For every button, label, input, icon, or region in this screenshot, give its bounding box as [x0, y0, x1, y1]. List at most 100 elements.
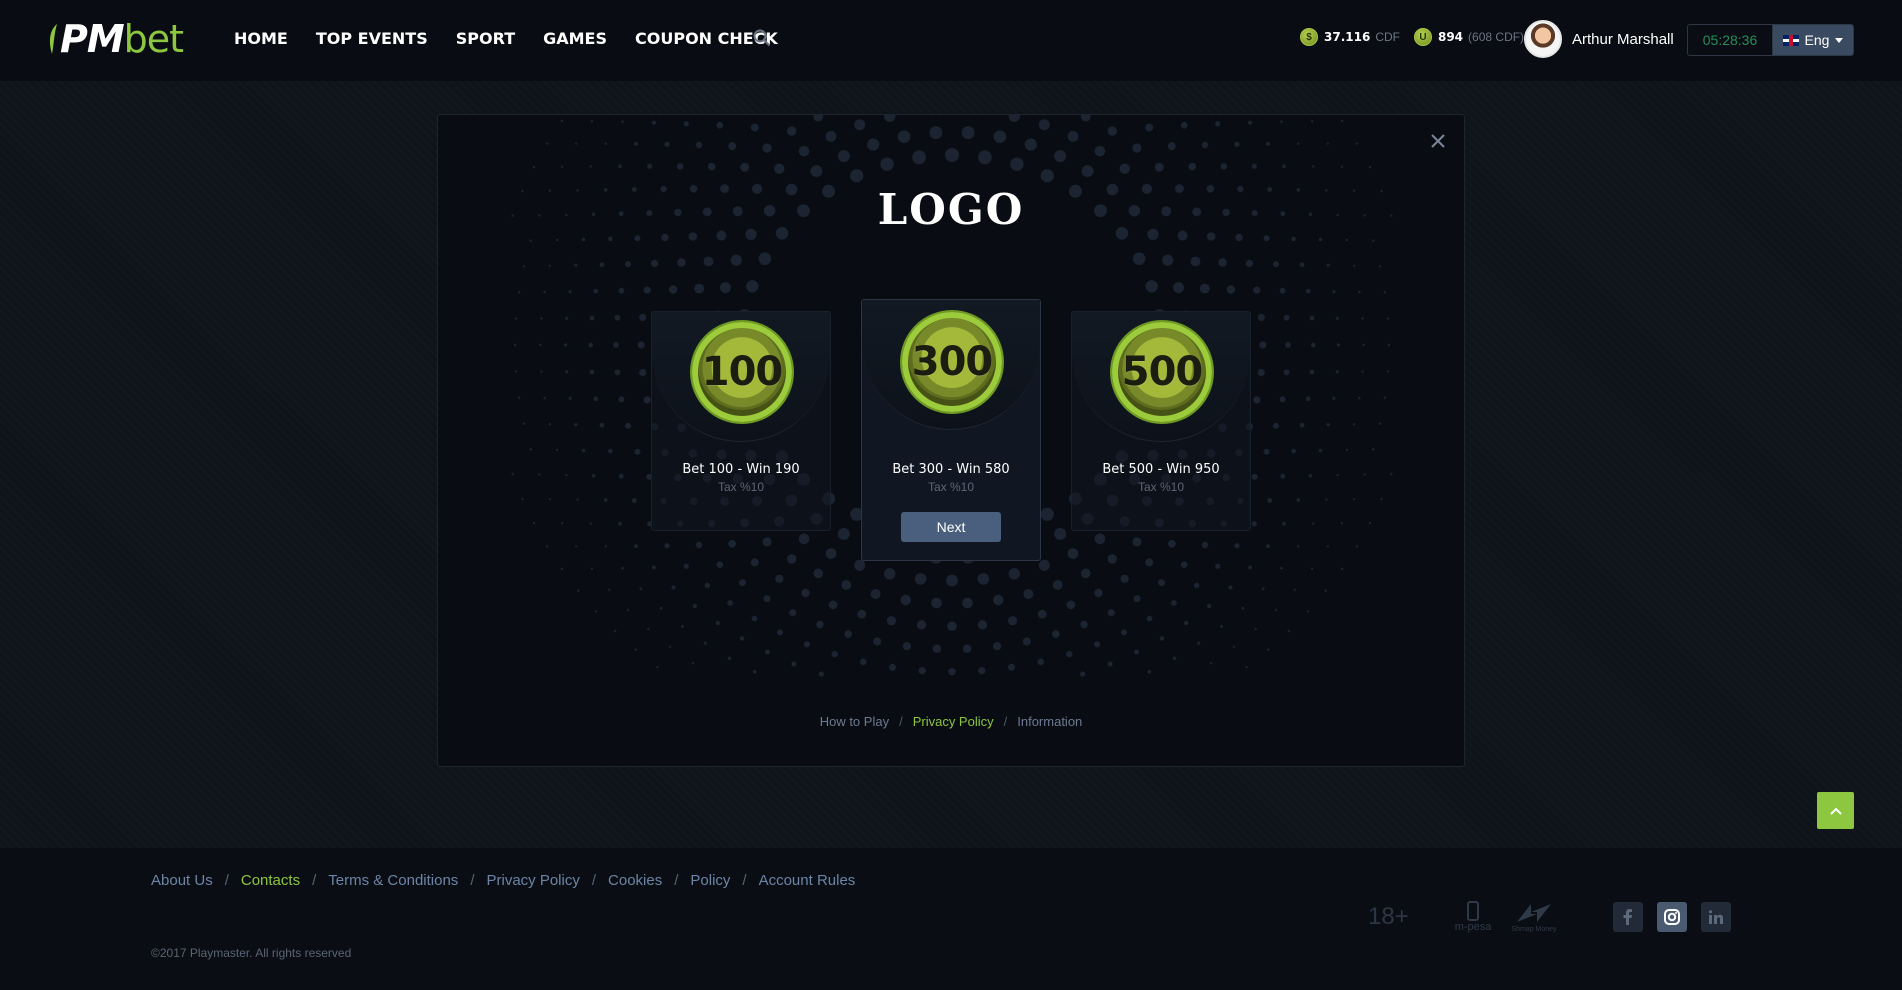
- pattern-dot: [1353, 264, 1356, 267]
- pattern-dot: [614, 314, 621, 321]
- language-select[interactable]: Eng: [1773, 25, 1853, 55]
- pattern-dot: [1159, 636, 1165, 641]
- pattern-dot: [1207, 603, 1212, 609]
- pattern-dot: [1253, 396, 1261, 404]
- pattern-dot: [1299, 422, 1305, 428]
- pattern-dot: [548, 498, 552, 501]
- pattern-dot: [651, 259, 659, 267]
- pattern-dot: [618, 287, 625, 294]
- link-information[interactable]: Information: [1017, 714, 1082, 729]
- footer-link-contacts[interactable]: Contacts: [241, 872, 300, 889]
- pattern-dot: [637, 341, 645, 349]
- nav-games[interactable]: GAMES: [543, 27, 607, 51]
- pattern-dot: [1052, 630, 1060, 638]
- pattern-dot: [1180, 561, 1188, 568]
- link-privacy-policy[interactable]: Privacy Policy: [913, 714, 994, 729]
- close-icon[interactable]: [1430, 133, 1446, 154]
- pattern-dot: [565, 473, 568, 477]
- bet-card-300[interactable]: 300 Bet 300 - Win 580 Tax %10 Next: [861, 299, 1041, 561]
- pattern-dot: [1318, 237, 1323, 242]
- pattern-dot: [1167, 142, 1176, 151]
- avatar[interactable]: [1524, 20, 1562, 58]
- pattern-dot: [1332, 290, 1336, 294]
- nav-sport[interactable]: SPORT: [456, 27, 515, 51]
- pattern-dot: [916, 620, 927, 630]
- search-icon[interactable]: [753, 29, 771, 52]
- main-balance-currency: CDF: [1375, 30, 1400, 44]
- pattern-dot: [1094, 533, 1106, 545]
- pattern-dot: [703, 641, 707, 645]
- pattern-dot: [1308, 474, 1313, 478]
- bet-card-500[interactable]: 500 Bet 500 - Win 950 Tax %10: [1071, 311, 1251, 531]
- pattern-dot: [1324, 589, 1327, 592]
- nav-top-events[interactable]: TOP EVENTS: [316, 27, 428, 51]
- pattern-dot: [1248, 565, 1253, 570]
- pattern-dot: [1291, 448, 1296, 454]
- pattern-dot: [1190, 256, 1201, 267]
- bet-card-100[interactable]: 100 Bet 100 - Win 190 Tax %10: [651, 311, 831, 531]
- pattern-dot: [789, 609, 797, 617]
- footer-link-privacy[interactable]: Privacy Policy: [486, 872, 579, 889]
- footer-link-cookies[interactable]: Cookies: [608, 872, 662, 889]
- main-balance[interactable]: $ 37.116 CDF: [1300, 28, 1400, 46]
- pattern-dot: [1287, 629, 1290, 633]
- link-how-to-play[interactable]: How to Play: [820, 714, 889, 729]
- pattern-dot: [647, 627, 650, 631]
- pattern-dot: [886, 616, 896, 626]
- pattern-dot: [1172, 656, 1177, 660]
- pattern-dot: [1390, 473, 1393, 476]
- bonus-balance[interactable]: U 894 (608 CDF): [1413, 28, 1524, 46]
- pattern-dot: [575, 142, 578, 145]
- pattern-dot: [1024, 138, 1037, 151]
- linkedin-icon[interactable]: [1700, 901, 1731, 932]
- pattern-dot: [1232, 645, 1236, 648]
- next-button[interactable]: Next: [901, 512, 1001, 542]
- pattern-dot: [1306, 288, 1311, 294]
- user-menu[interactable]: Arthur Marshall: [1524, 20, 1674, 58]
- footer-link-account-rules[interactable]: Account Rules: [759, 872, 856, 889]
- pattern-dot: [539, 343, 542, 347]
- pattern-dot: [746, 280, 759, 293]
- chip-value: 100: [701, 349, 783, 395]
- footer-links: About Us / Contacts / Terms & Conditions / …: [151, 872, 855, 889]
- pattern-dot: [1340, 567, 1344, 571]
- pattern-dot: [1008, 616, 1018, 626]
- pattern-dot: [1267, 498, 1273, 503]
- pattern-dot: [634, 544, 638, 548]
- pattern-dot: [1310, 120, 1314, 123]
- footer-link-terms[interactable]: Terms & Conditions: [328, 872, 458, 889]
- pattern-dot: [695, 541, 703, 549]
- pattern-dot: [1332, 396, 1336, 400]
- game-modal: LOGO 100 Bet 100 - Win 190 Tax %10 300 B…: [437, 114, 1465, 767]
- pattern-dot: [918, 667, 926, 675]
- main-nav: HOME TOP EVENTS SPORT GAMES COUPON CHECK: [234, 27, 806, 51]
- pattern-dot: [1272, 261, 1279, 268]
- pattern-dot: [1107, 126, 1117, 136]
- facebook-icon[interactable]: [1612, 901, 1643, 932]
- separator: /: [312, 872, 317, 889]
- pattern-dot: [1299, 262, 1305, 268]
- pattern-dot: [589, 369, 595, 375]
- pattern-dot: [900, 594, 911, 606]
- pattern-dot: [694, 283, 705, 294]
- instagram-icon[interactable]: [1656, 901, 1687, 932]
- scroll-top-button[interactable]: [1817, 792, 1854, 829]
- site-logo[interactable]: PMbet: [48, 16, 184, 62]
- pattern-dot: [618, 396, 625, 403]
- pattern-dot: [1280, 120, 1283, 124]
- pattern-dot: [912, 150, 926, 165]
- pattern-dot: [643, 396, 651, 404]
- footer-link-policy[interactable]: Policy: [690, 872, 730, 889]
- pattern-dot: [825, 131, 837, 142]
- nav-home[interactable]: HOME: [234, 27, 288, 51]
- pattern-dot: [902, 642, 911, 651]
- chip-value: 500: [1121, 349, 1203, 395]
- pattern-dot: [1209, 662, 1213, 665]
- user-name[interactable]: Arthur Marshall: [1572, 31, 1674, 48]
- pattern-dot: [1362, 343, 1365, 347]
- clock: 05:28:36: [1688, 25, 1773, 55]
- pattern-dot: [889, 663, 896, 671]
- pattern-dot: [565, 370, 569, 374]
- footer-link-about[interactable]: About Us: [151, 872, 213, 889]
- pattern-dot: [1272, 422, 1279, 429]
